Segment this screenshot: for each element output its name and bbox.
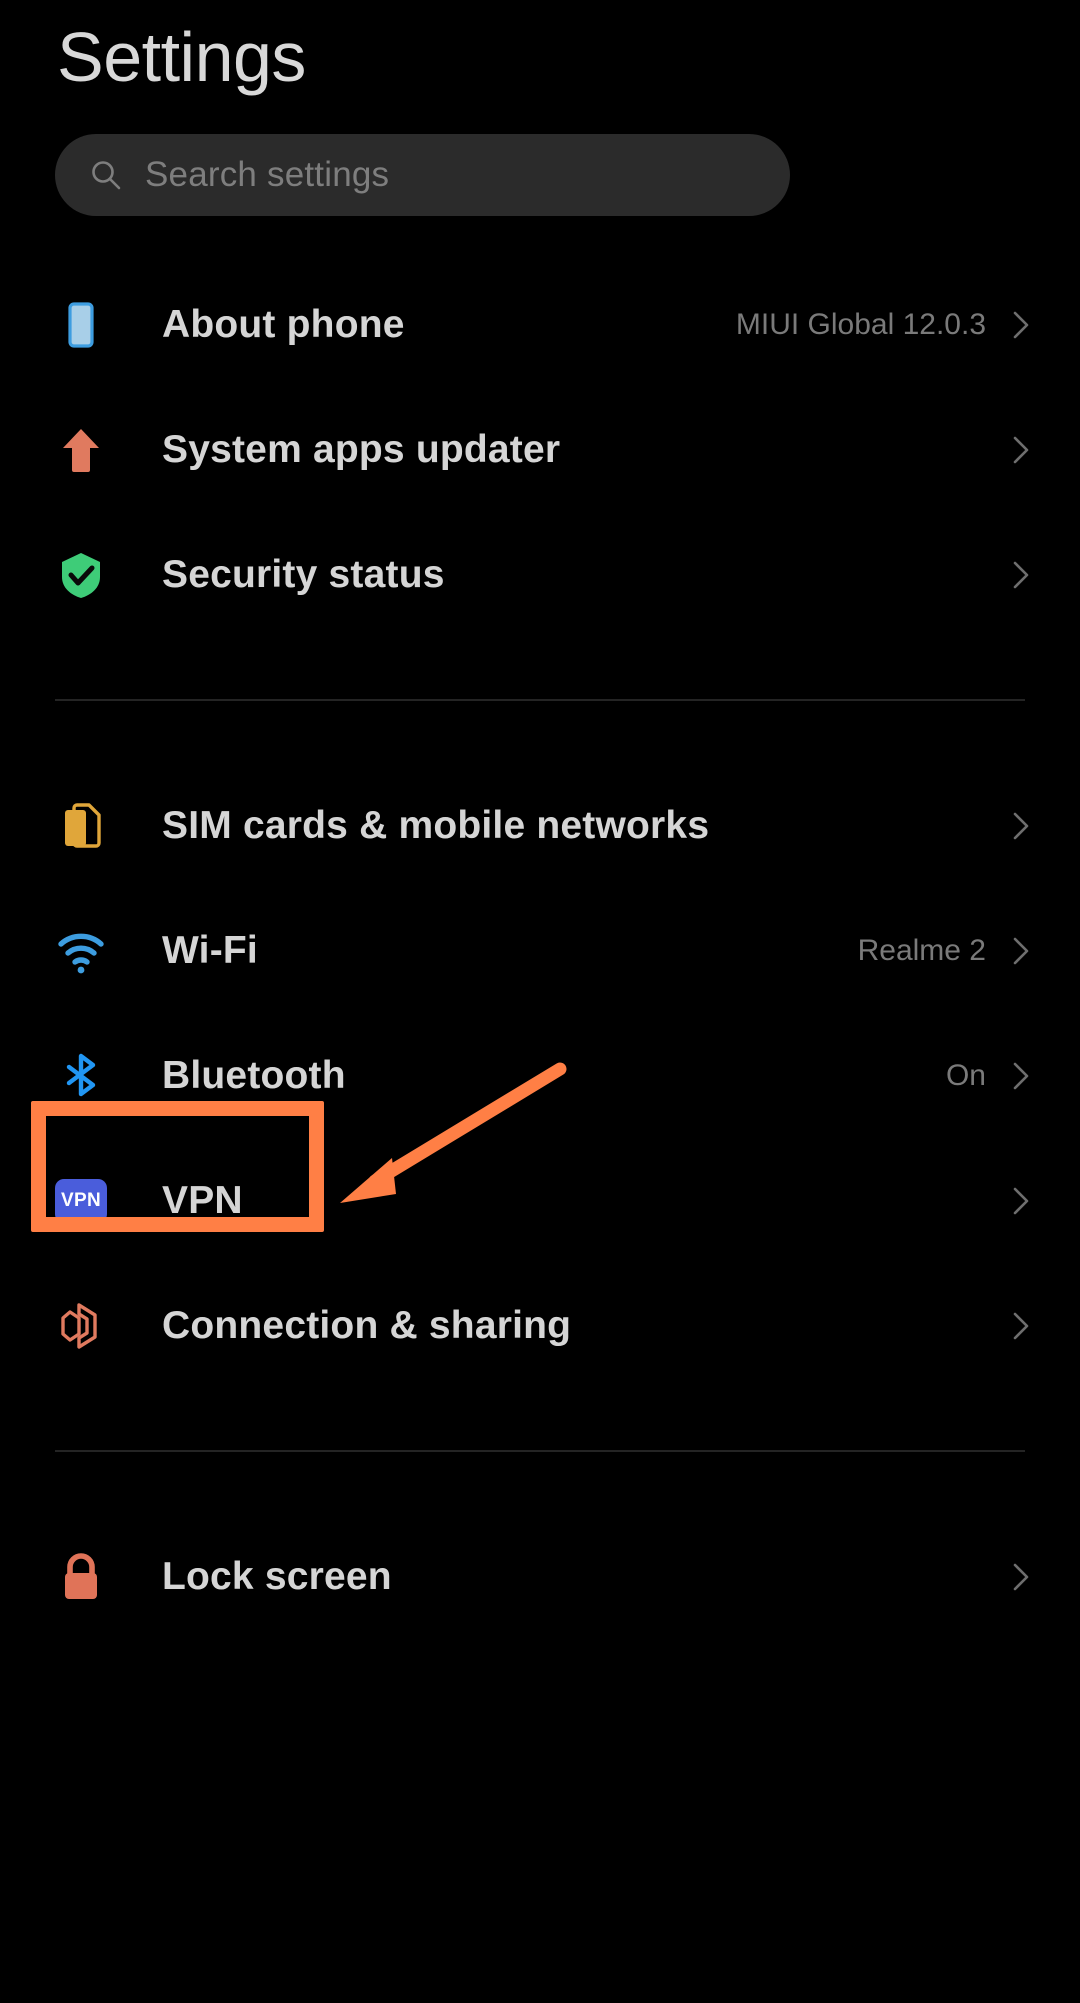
search-placeholder: Search settings [145, 155, 390, 194]
list-item-label: Connection & sharing [162, 1303, 572, 1347]
list-item-bluetooth[interactable]: Bluetooth On [0, 1013, 1080, 1138]
phone-icon [55, 299, 107, 351]
settings-screen: Settings Search settings About phone MIU… [0, 0, 1080, 2003]
list-item-label: Lock screen [162, 1554, 392, 1598]
lock-icon [55, 1551, 107, 1603]
list-item-label: SIM cards & mobile networks [162, 803, 710, 847]
group-gap [0, 1388, 1080, 1450]
list-item-connection-sharing[interactable]: Connection & sharing [0, 1263, 1080, 1388]
list-item-label: Wi-Fi [162, 928, 258, 972]
page-title: Settings [57, 18, 306, 96]
list-item-system-apps-updater[interactable]: System apps updater [0, 387, 1080, 512]
list-item-wifi[interactable]: Wi-Fi Realme 2 [0, 888, 1080, 1013]
list-item-value: On [945, 1058, 986, 1092]
chevron-right-icon [1012, 309, 1030, 341]
chevron-right-icon [1012, 1561, 1030, 1593]
list-item-value: Realme 2 [857, 933, 986, 967]
wifi-icon [55, 925, 107, 977]
settings-group-device: About phone MIUI Global 12.0.3 System ap… [0, 262, 1080, 637]
bluetooth-icon [55, 1050, 107, 1102]
list-item-security-status[interactable]: Security status [0, 512, 1080, 637]
list-item-label: VPN [162, 1178, 243, 1222]
chevron-right-icon [1012, 1310, 1030, 1342]
shield-check-icon [55, 549, 107, 601]
arrow-up-icon [55, 424, 107, 476]
chevron-right-icon [1012, 434, 1030, 466]
list-item-label: Security status [162, 552, 445, 596]
list-item-sim-cards[interactable]: SIM cards & mobile networks [0, 763, 1080, 888]
settings-group-connectivity: SIM cards & mobile networks Wi-Fi Realme… [0, 763, 1080, 1388]
sim-card-icon [55, 800, 107, 852]
list-item-label: About phone [162, 302, 405, 346]
chevron-right-icon [1012, 559, 1030, 591]
list-item-value: MIUI Global 12.0.3 [735, 307, 986, 341]
list-item-about-phone[interactable]: About phone MIUI Global 12.0.3 [0, 262, 1080, 387]
group-gap [0, 637, 1080, 699]
vpn-badge-label: VPN [55, 1178, 107, 1223]
search-input[interactable]: Search settings [55, 134, 790, 216]
chevron-right-icon [1012, 810, 1030, 842]
chevron-right-icon [1012, 1185, 1030, 1217]
list-item-label: System apps updater [162, 427, 561, 471]
list-item-lock-screen[interactable]: Lock screen [0, 1514, 1080, 1639]
vpn-badge-icon: VPN [55, 1175, 107, 1227]
settings-group-personal: Lock screen [0, 1514, 1080, 1639]
list-item-label: Bluetooth [162, 1053, 346, 1097]
chevron-right-icon [1012, 935, 1030, 967]
group-gap [0, 1452, 1080, 1514]
group-gap [0, 701, 1080, 763]
chevron-right-icon [1012, 1060, 1030, 1092]
search-icon [90, 159, 122, 191]
settings-list: About phone MIUI Global 12.0.3 System ap… [0, 262, 1080, 1639]
connection-sharing-icon [55, 1300, 107, 1352]
list-item-vpn[interactable]: VPN VPN [0, 1138, 1080, 1263]
